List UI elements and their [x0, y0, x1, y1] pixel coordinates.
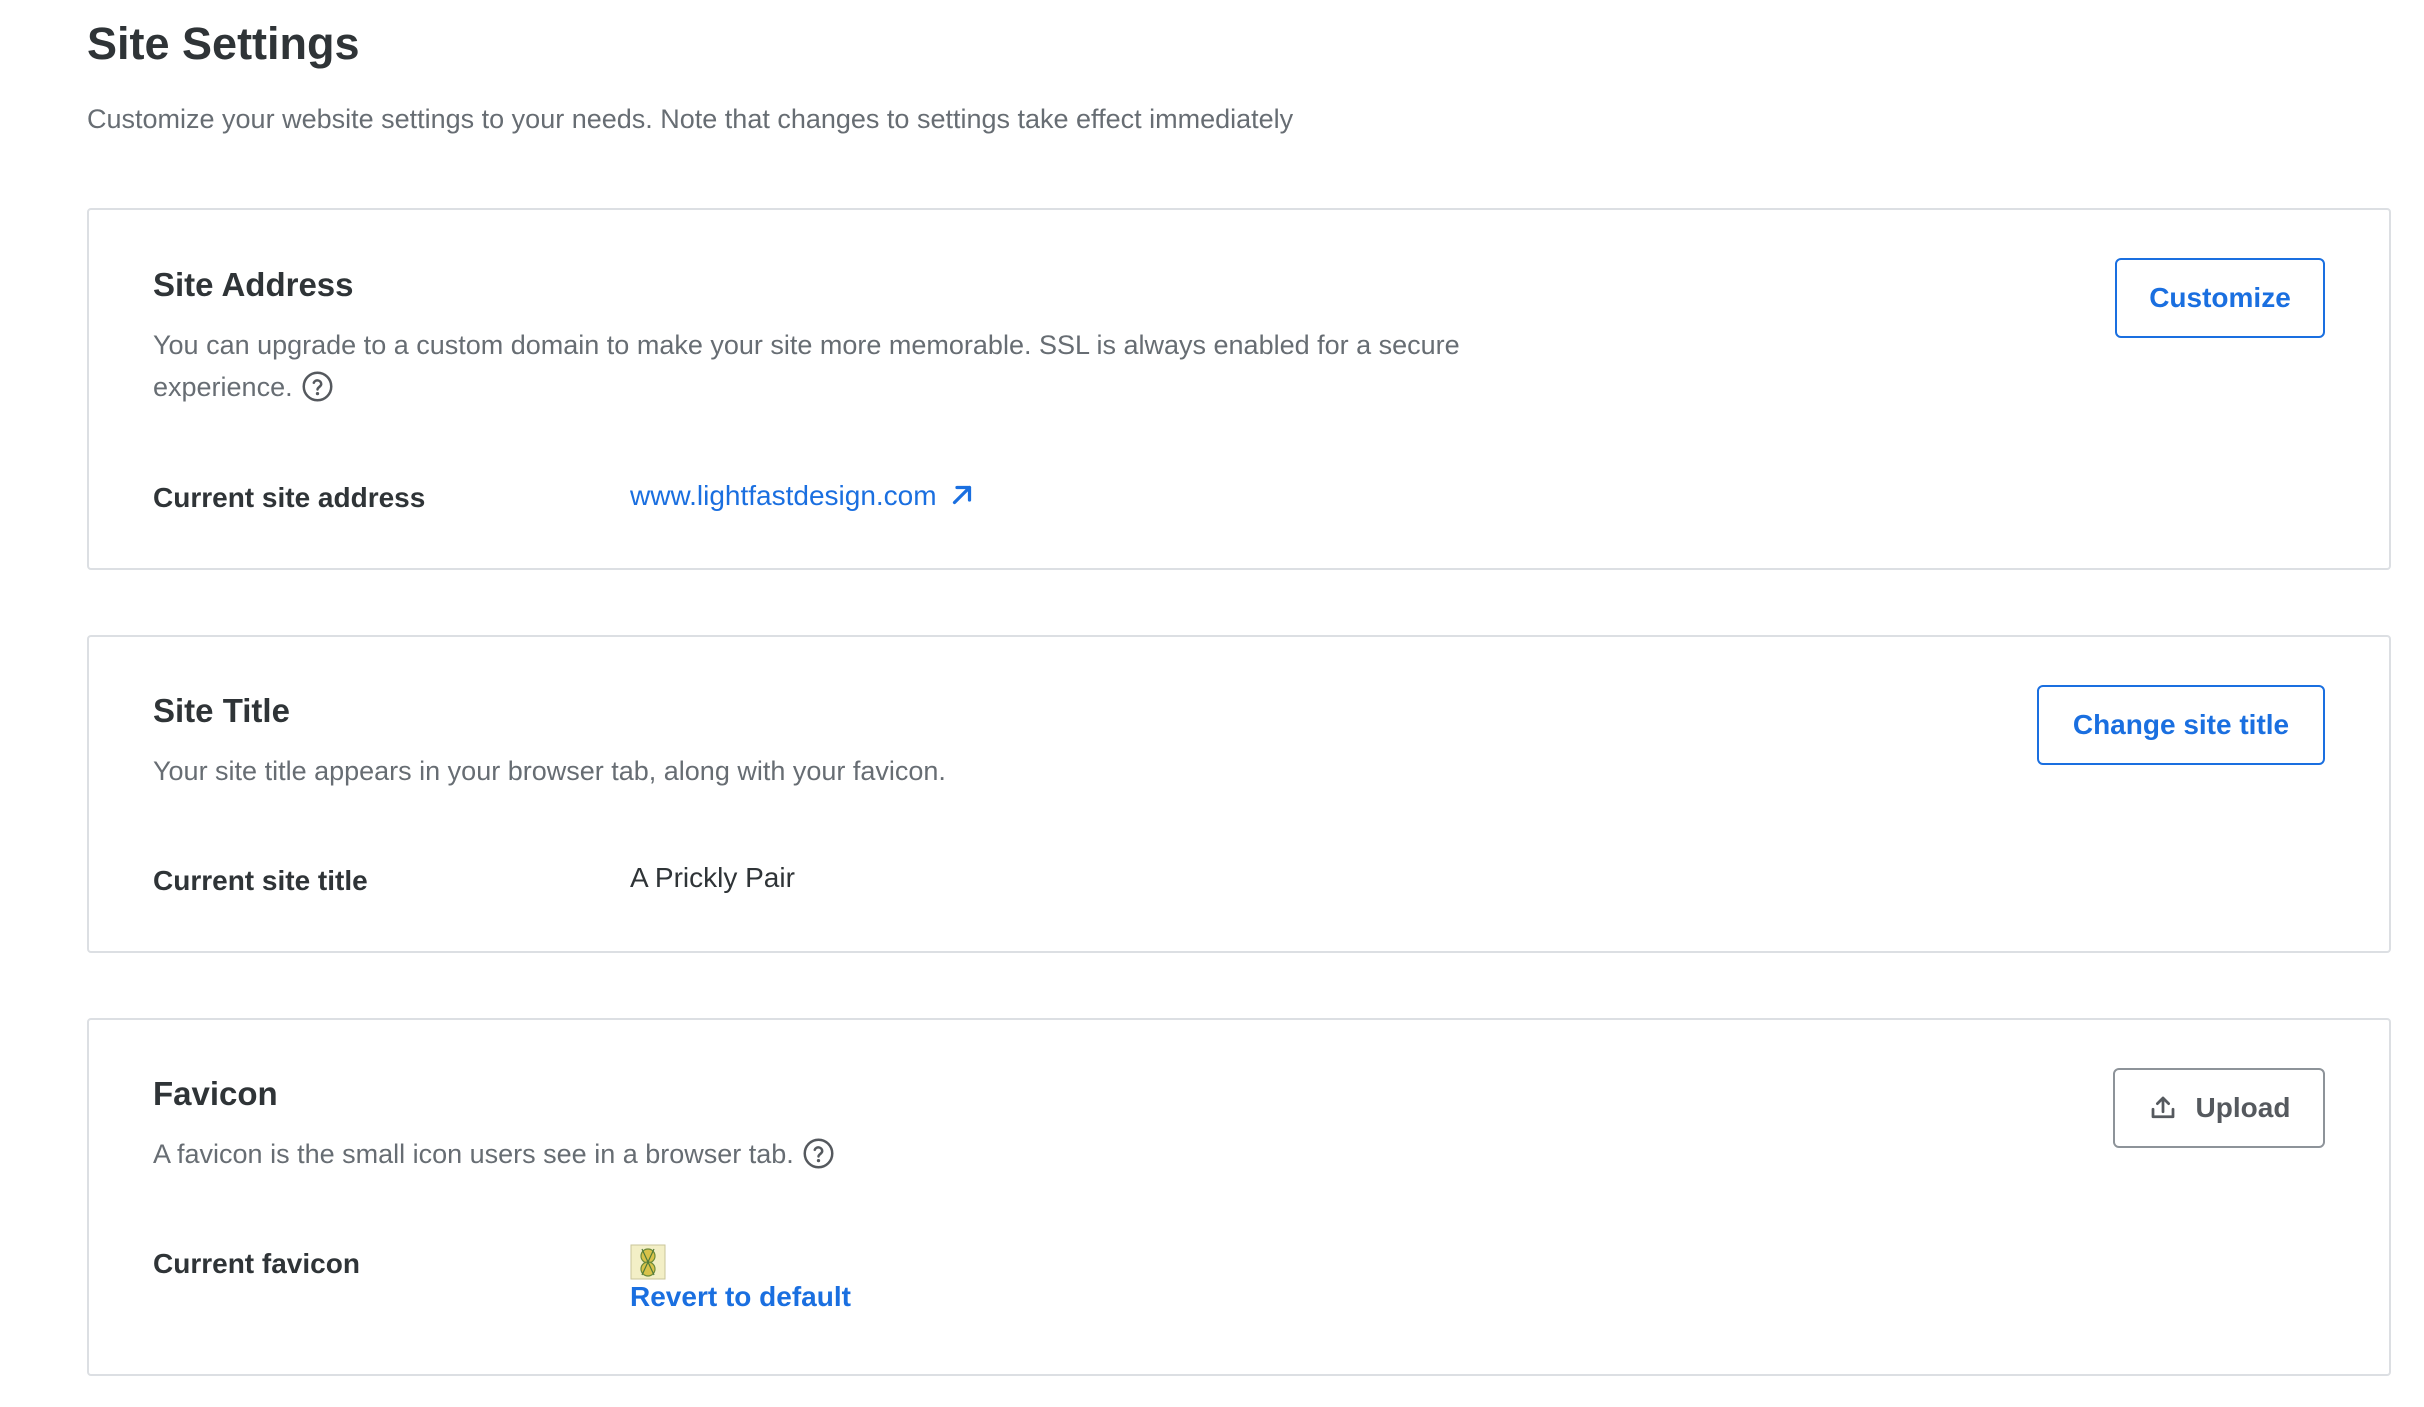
site-title-title: Site Title [153, 692, 290, 729]
favicon-image [630, 1244, 666, 1280]
favicon-card: Favicon A favicon is the small icon user… [87, 1018, 2391, 1376]
current-favicon-label: Current favicon [153, 1248, 360, 1279]
current-site-address-value: www.lightfastdesign.com [630, 480, 977, 513]
site-address-description: You can upgrade to a custom domain to ma… [153, 324, 1593, 408]
page-title: Site Settings [87, 18, 360, 69]
favicon-description: A favicon is the small icon users see in… [153, 1133, 1593, 1175]
upload-button[interactable]: Upload [2113, 1068, 2325, 1148]
upload-button-label: Upload [2195, 1092, 2291, 1123]
site-address-title: Site Address [153, 266, 354, 303]
site-title-description: Your site title appears in your browser … [153, 756, 946, 786]
site-address-link[interactable]: www.lightfastdesign.com [630, 480, 937, 511]
current-site-address-label: Current site address [153, 482, 426, 513]
arrow-up-right-icon[interactable] [947, 480, 977, 510]
site-address-card: Site Address You can upgrade to a custom… [87, 208, 2391, 570]
customize-button[interactable]: Customize [2115, 258, 2325, 338]
revert-to-default-link[interactable]: Revert to default [630, 1281, 851, 1313]
site-settings-page: Site Settings Customize your website set… [0, 0, 2424, 1407]
site-address-description-text: You can upgrade to a custom domain to ma… [153, 330, 1460, 402]
question-circle-icon[interactable] [301, 370, 334, 403]
upload-icon [2151, 1096, 2174, 1119]
site-title-card: Site Title Your site title appears in yo… [87, 635, 2391, 953]
current-site-title-label: Current site title [153, 865, 368, 896]
favicon-description-text: A favicon is the small icon users see in… [153, 1139, 794, 1169]
question-circle-icon[interactable] [802, 1137, 835, 1170]
favicon-title: Favicon [153, 1075, 278, 1112]
current-site-title-value: A Prickly Pair [630, 862, 795, 893]
page-subtitle: Customize your website settings to your … [87, 104, 1294, 134]
change-site-title-button[interactable]: Change site title [2037, 685, 2325, 765]
